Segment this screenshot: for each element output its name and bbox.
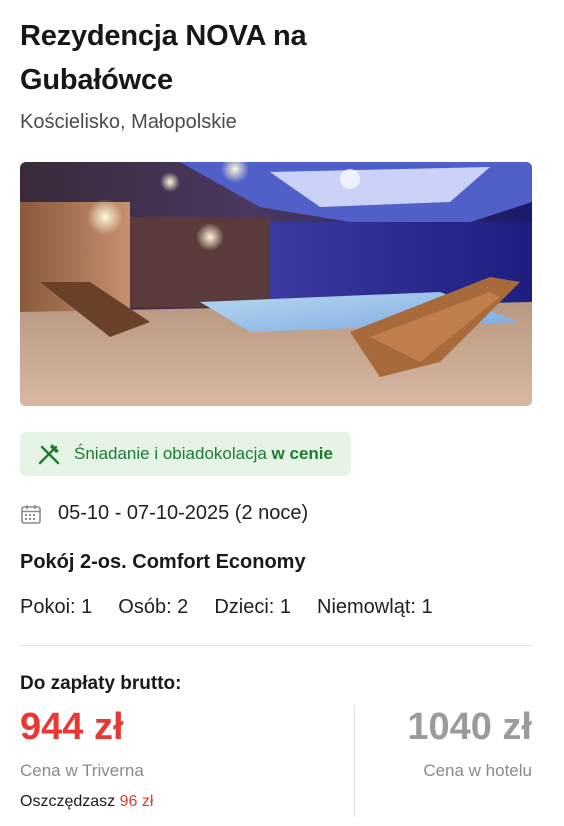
stay-dates-text: 05-10 - 07-10-2025 (2 noce): [58, 502, 309, 524]
hotel-price: 1040 zł: [407, 706, 532, 748]
hotel-location: Kościelisko, Małopolskie: [20, 111, 237, 133]
savings-text: Oszczędzasz 96 zł: [20, 793, 354, 811]
savings-amount: 96 zł: [119, 793, 154, 810]
adults-count: Osób: 2: [118, 596, 189, 618]
calendar-icon: [20, 503, 42, 525]
savings-label: Oszczędzasz: [20, 793, 120, 810]
stay-dates: 05-10 - 07-10-2025 (2 noce): [20, 502, 532, 525]
rooms-count: Pokoi: 1: [20, 596, 93, 618]
triverna-price-caption: Cena w Triverna: [20, 761, 144, 780]
meal-highlight: w cenie: [271, 444, 333, 463]
total-label: Do zapłaty brutto:: [20, 673, 182, 694]
hotel-offer-card: Rezydencja NOVA na Gubałówce Kościelisko…: [20, 14, 532, 817]
divider: [20, 645, 532, 646]
room-name: Pokój 2-os. Comfort Economy: [20, 551, 306, 573]
price-comparison: 944 zł Cena w Triverna Oszczędzasz 96 zł…: [20, 705, 532, 817]
children-count: Dzieci: 1: [214, 596, 292, 618]
triverna-price: 944 zł: [20, 706, 124, 748]
hotel-title-line1: Rezydencja NOVA na: [20, 20, 307, 52]
triverna-price-block: 944 zł Cena w Triverna Oszczędzasz 96 zł: [20, 705, 354, 817]
occupancy-summary: Pokoi: 1 Osób: 2 Dzieci: 1 Niemowląt: 1: [20, 596, 532, 619]
hotel-pool-photo[interactable]: [20, 162, 532, 406]
meal-text: Śniadanie i obiadokolacja: [74, 444, 272, 463]
hotel-title-line2: Gubałówce: [20, 64, 173, 96]
meal-included-badge: Śniadanie i obiadokolacja w cenie: [20, 432, 351, 476]
hotel-price-block: 1040 zł Cena w hotelu: [355, 705, 532, 817]
infants-count: Niemowląt: 1: [317, 596, 433, 618]
hotel-price-caption: Cena w hotelu: [423, 761, 532, 780]
hotel-title[interactable]: Rezydencja NOVA na Gubałówce: [20, 14, 532, 102]
fork-knife-icon: [36, 441, 62, 467]
